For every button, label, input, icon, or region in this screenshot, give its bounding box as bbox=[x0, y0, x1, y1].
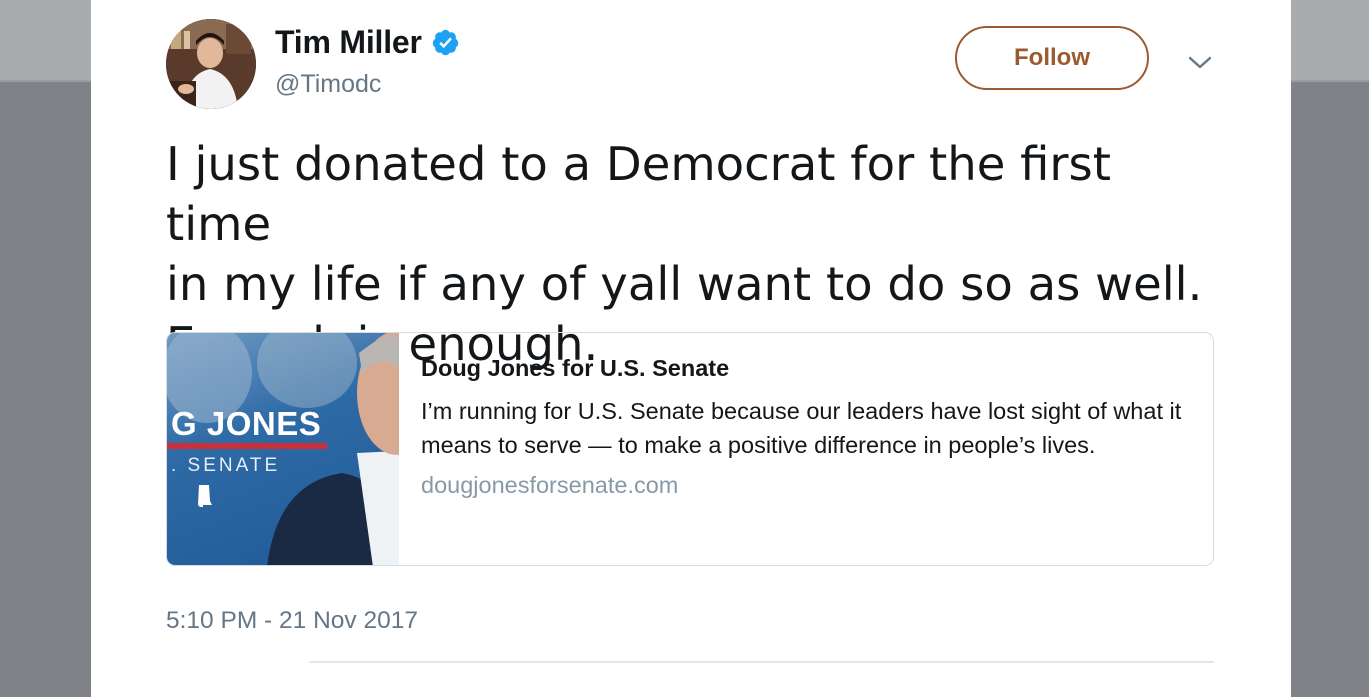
avatar-photo bbox=[166, 19, 256, 109]
image-red-stripe bbox=[167, 443, 327, 449]
divider bbox=[309, 661, 1214, 663]
link-preview-title: Doug Jones for U.S. Senate bbox=[421, 355, 730, 381]
campaign-photo bbox=[167, 333, 399, 565]
link-preview-description: I’m running for U.S. Senate because our … bbox=[421, 398, 1182, 458]
follow-button[interactable]: Follow bbox=[955, 26, 1149, 90]
link-preview-body: Doug Jones for U.S. Senate I’m running f… bbox=[399, 333, 1213, 565]
tweet-text-line: I just donated to a Democrat for the fir… bbox=[166, 137, 1111, 251]
alabama-state-icon bbox=[198, 485, 212, 507]
avatar[interactable] bbox=[166, 19, 256, 109]
link-preview-image: G JONES . SENATE bbox=[167, 333, 399, 565]
image-sub-text: . SENATE bbox=[171, 455, 281, 476]
user-handle[interactable]: @Timodc bbox=[275, 70, 381, 99]
tweet-card: Tim Miller @Timodc Follow I just donated… bbox=[91, 0, 1291, 697]
verified-badge-icon bbox=[431, 28, 460, 57]
link-preview-domain: dougjonesforsenate.com bbox=[421, 472, 679, 498]
display-name[interactable]: Tim Miller bbox=[275, 24, 422, 61]
tweet-timestamp[interactable]: 5:10 PM - 21 Nov 2017 bbox=[166, 607, 418, 635]
image-banner-text: G JONES bbox=[171, 405, 322, 442]
name-row: Tim Miller bbox=[275, 24, 460, 61]
link-preview-card[interactable]: G JONES . SENATE Doug Jones for U.S. Sen… bbox=[166, 332, 1214, 566]
chevron-down-icon[interactable] bbox=[1187, 52, 1213, 72]
tweet-text-line: in my life if any of yall want to do so … bbox=[166, 257, 1203, 311]
